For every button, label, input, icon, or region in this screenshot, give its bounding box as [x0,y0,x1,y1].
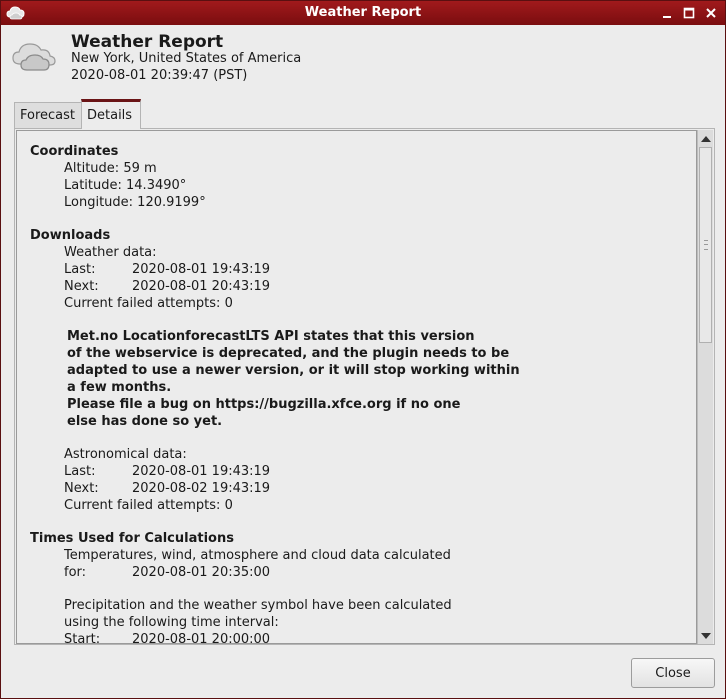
close-button[interactable]: Close [631,658,715,688]
astro-last-label: Last: [64,464,96,479]
astro-next-label: Next: [64,481,99,496]
weather-next-label: Next: [64,279,99,294]
coordinates-heading: Coordinates [30,144,119,159]
weather-next-value: 2020-08-01 20:43:19 [132,279,271,294]
deprecation-warning-line: of the webservice is deprecated, and the… [67,346,510,361]
deprecation-warning-line: else has done so yet. [67,414,223,429]
location-label: New York, United States of America [71,51,302,66]
datetime-label: 2020-08-01 20:39:47 (PST) [71,68,248,83]
tab-forecast[interactable]: Forecast [14,102,82,128]
precip-start-value: 2020-08-01 20:00:00 [132,632,271,644]
page-title: Weather Report [71,32,224,52]
details-panel: Coordinates Altitude: 59 m Latitude: 14.… [14,128,715,645]
scroll-down-arrow-icon[interactable] [701,633,711,639]
close-icon[interactable] [703,5,719,21]
deprecation-warning-line: a few months. [67,380,172,395]
weather-failed-attempts: Current failed attempts: 0 [64,296,233,311]
scrollbar-thumb[interactable] [699,147,712,343]
times-heading: Times Used for Calculations [30,531,234,546]
temp-calc-text: Temperatures, wind, atmosphere and cloud… [64,548,451,563]
details-text[interactable]: Coordinates Altitude: 59 m Latitude: 14.… [16,130,697,644]
astro-last-value: 2020-08-01 19:43:19 [132,464,271,479]
temp-for-value: 2020-08-01 20:35:00 [132,565,271,580]
scroll-up-arrow-icon[interactable] [701,136,711,142]
deprecation-warning-line: adapted to use a newer version, or it wi… [67,363,520,378]
latitude-text: Latitude: 14.3490° [64,178,187,193]
temp-for-label: for: [64,565,87,580]
precip-calc-text: Precipitation and the weather symbol hav… [64,598,452,613]
tab-details[interactable]: Details [81,99,141,129]
title-bar[interactable]: Weather Report [1,1,725,25]
precip-start-label: Start: [64,632,101,644]
grip-icon [704,240,708,250]
deprecation-warning-line: Met.no LocationforecastLTS API states th… [67,329,475,344]
precip-interval-text: using the following time interval: [64,615,279,630]
clouds-icon [12,43,56,71]
weather-last-value: 2020-08-01 19:43:19 [132,262,271,277]
altitude-text: Altitude: 59 m [64,161,157,176]
downloads-heading: Downloads [30,228,111,243]
vertical-scrollbar[interactable] [697,130,713,644]
weather-last-label: Last: [64,262,96,277]
astronomical-data-label: Astronomical data: [64,447,187,462]
weather-data-label: Weather data: [64,245,157,260]
longitude-text: Longitude: 120.9199° [64,195,206,210]
window-title: Weather Report [304,5,422,20]
astro-failed-attempts: Current failed attempts: 0 [64,498,233,513]
deprecation-warning-line: Please file a bug on https://bugzilla.xf… [67,397,461,412]
minimize-icon[interactable] [659,5,675,21]
weather-report-window: Weather Report Weather Report New York, … [0,0,726,699]
astro-next-value: 2020-08-02 19:43:19 [132,481,271,496]
maximize-icon[interactable] [681,5,697,21]
